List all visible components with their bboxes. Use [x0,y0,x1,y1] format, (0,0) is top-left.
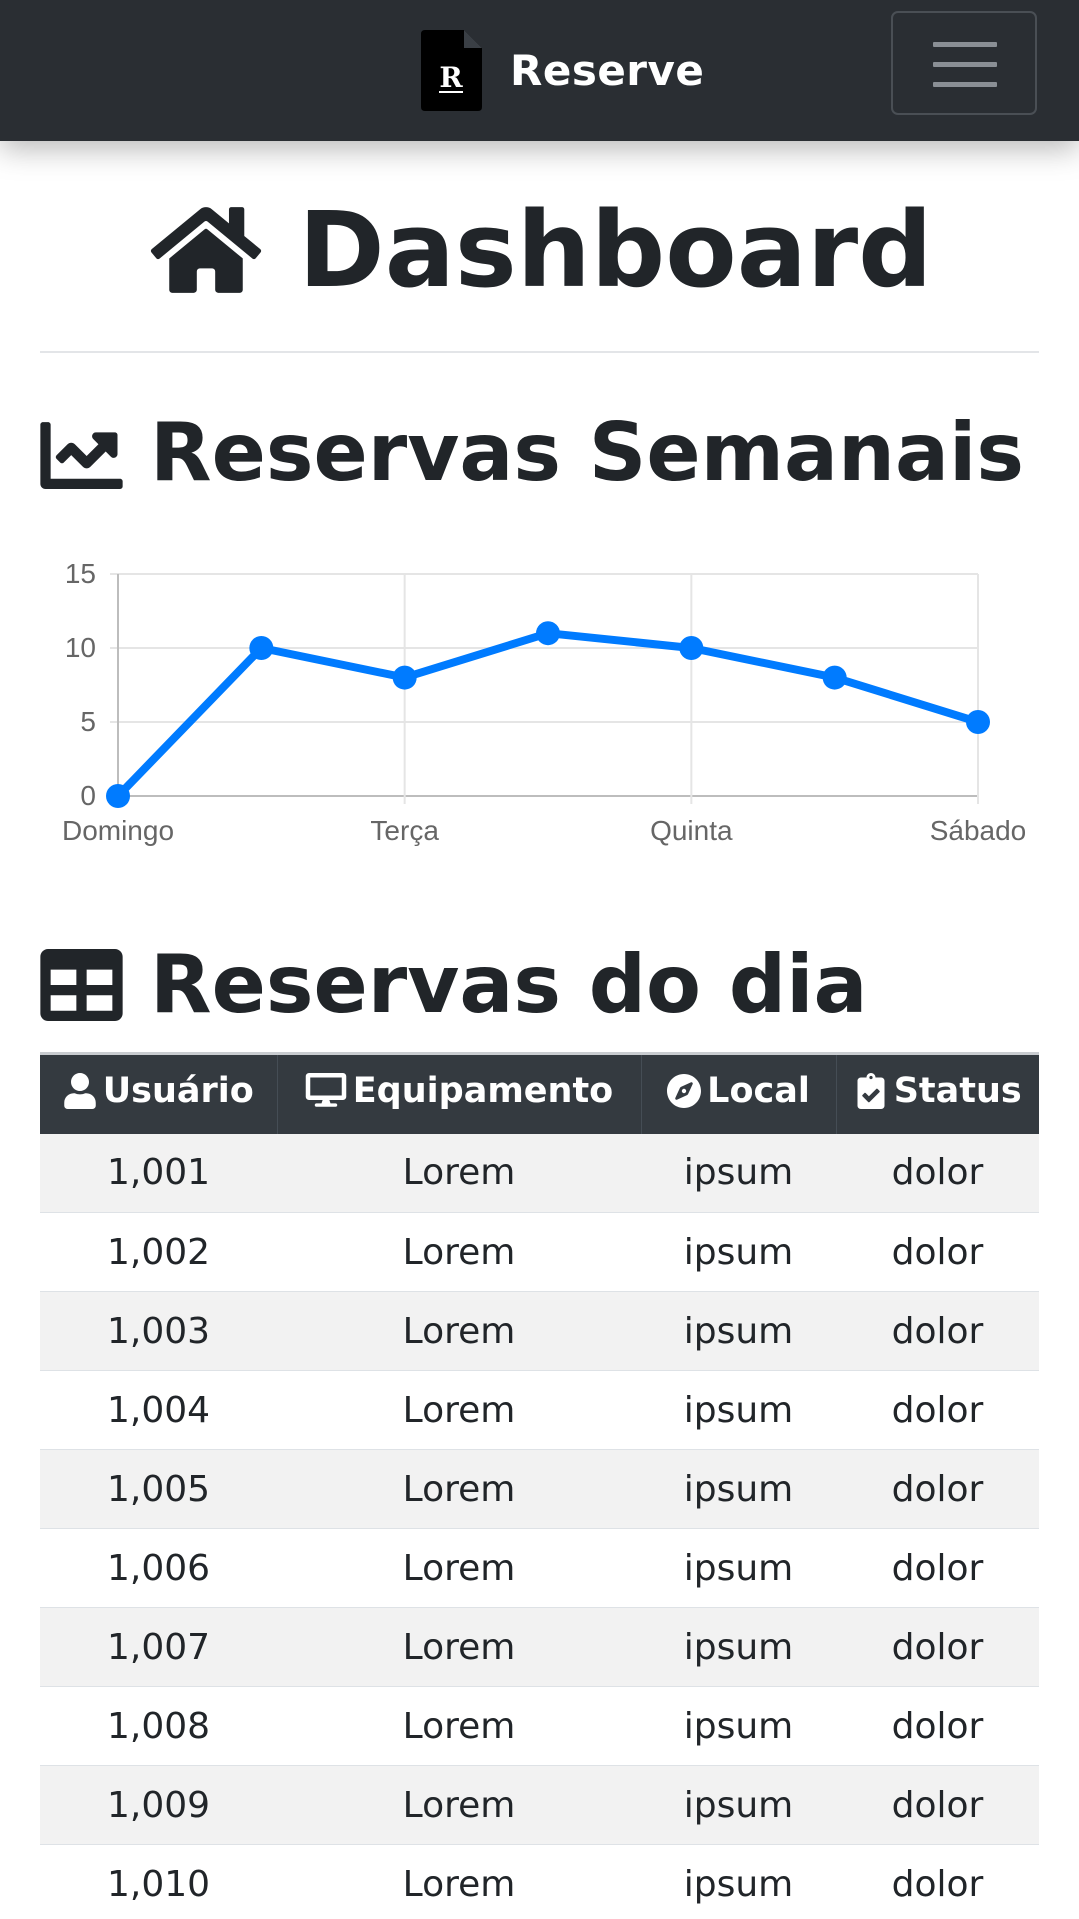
local-cell: ipsum [641,1607,836,1687]
equipamento-cell: Lorem [277,1686,641,1766]
local-cell: ipsum [641,1449,836,1529]
clipboard-check-icon [857,1072,885,1109]
data-point [249,636,274,660]
equipamento-cell: Lorem [277,1212,641,1292]
usuario-cell: 1,002 [40,1212,277,1292]
local-cell: ipsum [641,1212,836,1292]
local-cell: ipsum [641,1133,836,1213]
table-row[interactable]: 1,005 Lorem ipsum dolor [40,1449,1039,1529]
usuario-cell: 1,005 [40,1449,277,1529]
equipamento-cell: Lorem [277,1291,641,1371]
column-header-label: Local [707,1070,810,1111]
compass-icon [667,1073,702,1108]
data-point [392,665,417,690]
column-header-label: Usuário [102,1070,254,1111]
brand-link[interactable]: R Reserve [421,30,704,111]
usuario-cell: 1,003 [40,1291,277,1371]
data-point [106,784,130,808]
table-body: 1,001 Lorem ipsum dolor 1,002 Lorem ipsum dolor… [40,1133,1039,1919]
desktop-icon [305,1072,347,1107]
x-tick-label: Sábado [930,815,1027,846]
table-row[interactable]: 1,010 Lorem ipsum dolor [40,1844,1039,1919]
table-row[interactable]: 1,007 Lorem ipsum dolor [40,1607,1039,1687]
status-cell: dolor [836,1449,1039,1529]
weekly-heading: Reservas Semanais [40,408,1024,498]
status-cell: dolor [836,1291,1039,1371]
column-header-local[interactable]: Local [640,1052,836,1134]
table-row[interactable]: 1,006 Lorem ipsum dolor [40,1528,1039,1608]
user-icon [63,1072,96,1109]
local-cell: ipsum [641,1765,836,1845]
equipamento-cell: Lorem [277,1528,641,1608]
weekly-heading-text: Reservas Semanais [150,406,1024,499]
table-row[interactable]: 1,001 Lorem ipsum dolor [40,1133,1039,1213]
usuario-cell: 1,004 [40,1370,277,1450]
table-row[interactable]: 1,008 Lorem ipsum dolor [40,1686,1039,1766]
local-cell: ipsum [641,1370,836,1450]
data-point [679,636,704,660]
status-cell: dolor [836,1212,1039,1292]
usuario-cell: 1,010 [40,1844,277,1919]
status-cell: dolor [836,1607,1039,1687]
data-point [536,621,560,646]
table-row[interactable]: 1,009 Lorem ipsum dolor [40,1765,1039,1845]
daily-heading-text: Reservas do dia [150,938,868,1031]
table-row[interactable]: 1,002 Lorem ipsum dolor [40,1212,1039,1292]
status-cell: dolor [836,1370,1039,1450]
equipamento-cell: Lorem [277,1370,641,1450]
column-header-equipamento[interactable]: Equipamento [276,1052,641,1134]
chart-line-icon [40,422,123,489]
x-tick-label: Domingo [62,815,174,846]
equipamento-cell: Lorem [277,1765,641,1845]
usuario-cell: 1,008 [40,1686,277,1766]
column-header-usuario[interactable]: Usuário [40,1052,277,1134]
brand-name: Reserve [510,46,705,95]
x-tick-label: Quinta [650,815,733,846]
weekly-reservations-chart: 0 5 10 15 Domingo Terça Quinta Sábado [62,558,1027,846]
navbar-toggler-button[interactable] [891,11,1037,115]
title-divider [40,351,1039,353]
table-row[interactable]: 1,004 Lorem ipsum dolor [40,1370,1039,1450]
file-brand-icon: R [421,30,482,111]
equipamento-cell: Lorem [277,1844,641,1919]
y-tick-label: 5 [80,706,96,737]
table-header-row: Usuário Equipamento Local Status [40,1052,1039,1134]
page-title-text: Dashboard [298,189,933,311]
page-title: Dashboard [0,190,1079,310]
table-icon [40,949,123,1021]
data-point [822,665,847,690]
status-cell: dolor [836,1133,1039,1213]
y-tick-label: 0 [80,780,96,811]
status-cell: dolor [836,1765,1039,1845]
usuario-cell: 1,009 [40,1765,277,1845]
navbar: R Reserve [0,0,1079,141]
daily-heading: Reservas do dia [40,940,868,1030]
data-point [966,710,990,734]
brand-letter: R [439,61,463,94]
usuario-cell: 1,007 [40,1607,277,1687]
local-cell: ipsum [641,1686,836,1766]
table-row[interactable]: 1,003 Lorem ipsum dolor [40,1291,1039,1371]
x-tick-label: Terça [370,815,439,846]
status-cell: dolor [836,1686,1039,1766]
home-icon [151,207,262,293]
series-line [115,629,980,799]
local-cell: ipsum [641,1291,836,1371]
local-cell: ipsum [641,1844,836,1919]
local-cell: ipsum [641,1528,836,1608]
column-header-status[interactable]: Status [835,1052,1039,1134]
daily-reservations-table: Usuário Equipamento Local Status 1,001 L… [40,1052,1039,1919]
status-cell: dolor [836,1844,1039,1919]
column-header-label: Equipamento [352,1070,614,1111]
usuario-cell: 1,006 [40,1528,277,1608]
equipamento-cell: Lorem [277,1449,641,1529]
y-tick-label: 10 [65,632,96,663]
status-cell: dolor [836,1528,1039,1608]
equipamento-cell: Lorem [277,1607,641,1687]
usuario-cell: 1,001 [40,1133,277,1213]
column-header-label: Status [893,1070,1022,1111]
equipamento-cell: Lorem [277,1133,641,1213]
y-tick-label: 15 [65,558,96,589]
